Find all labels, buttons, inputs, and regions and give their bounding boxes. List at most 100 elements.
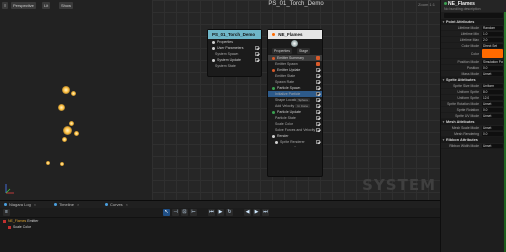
property-value-field[interactable]: 2.0 <box>482 38 503 42</box>
property-value-field[interactable]: 0.0 <box>482 108 503 112</box>
particle-state-checkbox[interactable] <box>316 116 320 120</box>
particle-sprite <box>74 131 79 136</box>
particle-spawn-icon <box>272 86 275 90</box>
property-label: Ribbon Width Mode <box>449 144 479 148</box>
spawn-rate-checkbox[interactable] <box>316 80 320 84</box>
preview-viewport[interactable]: ≡ Perspective Lit Show <box>0 0 152 200</box>
particle-update-icon <box>272 110 275 114</box>
properties-icon <box>212 40 215 44</box>
property-value-field[interactable]: 1.0 <box>482 32 503 36</box>
play-back-icon[interactable]: ⏮ <box>208 209 215 216</box>
close-icon[interactable]: × <box>126 202 128 207</box>
property-value-field[interactable]: 0.0 <box>482 132 503 136</box>
system-node-header[interactable]: PS_01_Torch_Demo <box>208 30 261 39</box>
shape-location-checkbox[interactable] <box>316 98 320 102</box>
viewport-menu-button[interactable]: ≡ <box>2 2 9 9</box>
user-parameters-checkbox[interactable] <box>255 46 259 50</box>
property-value-field[interactable]: Simulation Pos <box>482 60 503 64</box>
lit-button[interactable]: Lit <box>42 2 51 9</box>
details-subtitle: No bundling description <box>444 7 481 11</box>
step-forward-icon[interactable]: ⏭ <box>262 209 269 216</box>
property-value-field[interactable]: 0.0 <box>482 66 503 70</box>
property-value-field[interactable]: 12.0 <box>482 96 503 100</box>
property-value-field[interactable]: Unset <box>482 72 503 76</box>
log-entry-module[interactable]: Scale Color <box>0 224 440 230</box>
particle-sprite <box>63 126 72 135</box>
property-value-field[interactable]: Uniform <box>482 84 503 88</box>
key-tool-icon[interactable]: ⊣ <box>172 209 179 216</box>
marquee-icon[interactable]: ⊡ <box>181 209 188 216</box>
curves-tab-icon <box>105 203 108 207</box>
emitter-thumbnail-icon <box>291 40 298 47</box>
render-icon <box>272 134 275 138</box>
tab-timeline[interactable]: Timeline × <box>54 201 79 208</box>
property-value-field[interactable]: Unset <box>482 114 503 118</box>
shape-location-tag: Sphere <box>296 98 310 102</box>
solve-forces-checkbox[interactable] <box>316 128 320 132</box>
system-update-checkbox[interactable] <box>255 58 259 62</box>
filter-icon[interactable]: ≡ <box>3 209 10 216</box>
close-icon[interactable]: × <box>77 202 79 207</box>
emitter-node-header[interactable]: NE_Flames <box>268 30 322 39</box>
loop-icon[interactable]: ↻ <box>226 209 233 216</box>
warning-icon <box>8 225 11 229</box>
sprite-renderer-row[interactable]: Sprite Renderer <box>268 139 322 145</box>
add-velocity-tag: In Cone <box>295 104 310 108</box>
perspective-button[interactable]: Perspective <box>11 2 36 9</box>
details-search-input[interactable] <box>444 13 503 18</box>
emitter-node-title: NE_Flames <box>278 32 303 37</box>
sprite-renderer-checkbox[interactable] <box>316 140 320 144</box>
scale-color-checkbox[interactable] <box>316 122 320 126</box>
emitter-icon <box>444 2 447 6</box>
property-value-field[interactable]: Direct Set <box>482 44 503 48</box>
particle-sprite <box>69 121 74 126</box>
bottom-tabs: Niagara Log × Timeline × Curves × <box>0 201 440 208</box>
system-spawn-checkbox[interactable] <box>255 52 259 56</box>
error-icon <box>3 219 6 223</box>
property-value-field[interactable]: 8.0 <box>482 90 503 94</box>
property-row: Ribbon Width Mode Unset <box>441 143 506 149</box>
system-state-row[interactable]: System State <box>208 63 261 69</box>
initialize-particle-checkbox[interactable] <box>316 92 320 96</box>
particle-sprite <box>71 91 76 96</box>
close-icon[interactable]: × <box>34 202 36 207</box>
expand-node-chevron-icon[interactable]: ⌃ <box>268 145 322 151</box>
details-header: NE_Flames No bundling description <box>441 0 506 12</box>
system-node-title: PS_01_Torch_Demo <box>212 32 256 37</box>
emitter-properties-tag[interactable]: Properties <box>272 48 292 54</box>
play-icon[interactable]: ▶ <box>217 209 224 216</box>
emitter-state-checkbox[interactable] <box>316 74 320 78</box>
property-value-field[interactable]: Random <box>482 26 503 30</box>
particle-spawn-checkbox[interactable] <box>316 86 320 90</box>
tab-curves[interactable]: Curves × <box>105 201 128 208</box>
scrub-right-icon[interactable]: ▶ <box>253 209 260 216</box>
color-swatch[interactable] <box>482 49 503 58</box>
particle-sprite <box>62 137 67 142</box>
graph-title: PS_01_Torch_Demo <box>268 1 324 7</box>
timeline-tab-icon <box>54 203 57 207</box>
emitter-tags-row: Properties Stage <box>268 48 322 55</box>
property-row: Color <box>441 49 506 59</box>
emitter-stage-tag[interactable]: Stage <box>296 48 311 54</box>
emitter-node[interactable]: NE_Flames Properties Stage Emitter Summa… <box>267 29 323 177</box>
snap-icon[interactable]: ⊢ <box>190 209 197 216</box>
show-button[interactable]: Show <box>59 2 74 9</box>
scrub-left-icon[interactable]: ◀ <box>244 209 251 216</box>
sprite-renderer-icon <box>275 140 278 144</box>
system-node[interactable]: PS_01_Torch_Demo Properties User Paramet… <box>207 29 262 77</box>
add-velocity-checkbox[interactable] <box>316 104 320 108</box>
property-value-field[interactable]: Unset <box>482 126 503 130</box>
details-panel: NE_Flames No bundling description ▼ Point… <box>440 0 506 252</box>
system-watermark: SYSTEM <box>362 176 436 194</box>
tab-niagara-log[interactable]: Niagara Log × <box>4 201 36 208</box>
select-tool-icon[interactable]: ↖ <box>163 209 170 216</box>
property-value-field[interactable]: Unset <box>482 102 503 106</box>
emitter-update-checkbox[interactable] <box>316 68 320 72</box>
system-graph[interactable]: PS_01_Torch_Demo Zoom 1:1 PS_01_Torch_De… <box>152 0 440 200</box>
particle-update-checkbox[interactable] <box>316 110 320 114</box>
particle-sprite <box>60 162 64 166</box>
property-value-field[interactable]: Unset <box>482 144 503 148</box>
emitter-thumbnail-area <box>268 39 322 48</box>
zoom-label: Zoom 1:1 <box>418 2 435 7</box>
emitter-enabled-icon <box>272 33 275 37</box>
